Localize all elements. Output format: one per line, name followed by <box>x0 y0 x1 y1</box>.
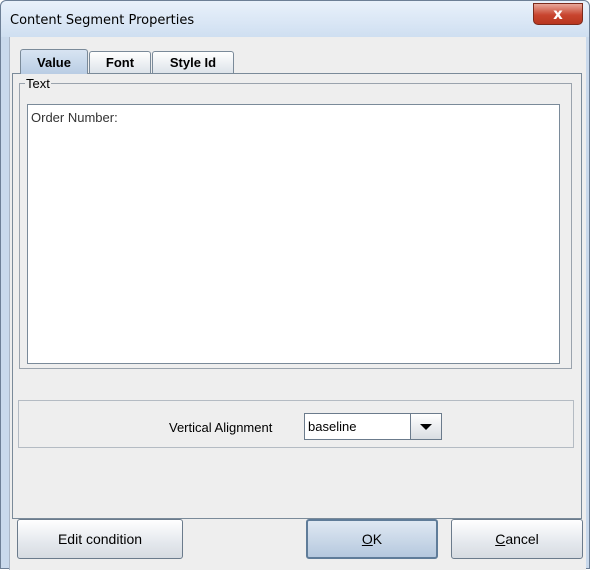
tab-style-id[interactable]: Style Id <box>152 51 234 73</box>
text-group-box: Text Order Number: <box>19 76 572 369</box>
ok-button[interactable]: OK <box>306 519 438 559</box>
text-value: Order Number: <box>31 110 118 125</box>
cancel-button[interactable]: Cancel <box>451 519 583 559</box>
cancel-mnemonic: C <box>495 531 506 547</box>
title-bar[interactable]: Content Segment Properties x <box>1 1 589 37</box>
window-title: Content Segment Properties <box>10 13 195 28</box>
tab-value[interactable]: Value <box>20 49 88 74</box>
dialog-window: Content Segment Properties x Value Font … <box>0 0 590 570</box>
dialog-content: Value Font Style Id Text Order Number: V… <box>9 37 586 570</box>
vertical-alignment-select[interactable]: baseline <box>304 413 442 440</box>
text-group-title: Text <box>25 76 51 91</box>
value-tab-panel: Text Order Number: Vertical Alignment ba… <box>12 73 582 519</box>
cancel-label-rest: ancel <box>505 531 539 547</box>
edit-condition-button[interactable]: Edit condition <box>17 519 183 559</box>
vertical-alignment-value: baseline <box>308 419 357 434</box>
vertical-alignment-panel: Vertical Alignment baseline <box>18 400 574 448</box>
tab-style-id-label: Style Id <box>169 55 217 70</box>
tab-value-label: Value <box>37 54 71 70</box>
tab-font-label: Font <box>105 55 135 70</box>
edit-condition-label: Edit condition <box>57 531 143 547</box>
ok-label: OK <box>362 531 382 547</box>
text-value-textarea[interactable]: Order Number: <box>27 104 560 364</box>
close-button[interactable]: x <box>533 3 583 25</box>
dropdown-arrow-icon[interactable] <box>410 414 441 439</box>
vertical-alignment-label: Vertical Alignment <box>169 420 273 435</box>
close-icon: x <box>553 5 563 23</box>
cancel-label: Cancel <box>495 531 539 547</box>
ok-label-rest: K <box>372 531 383 547</box>
tab-font[interactable]: Font <box>89 51 151 73</box>
ok-mnemonic: O <box>361 531 373 547</box>
